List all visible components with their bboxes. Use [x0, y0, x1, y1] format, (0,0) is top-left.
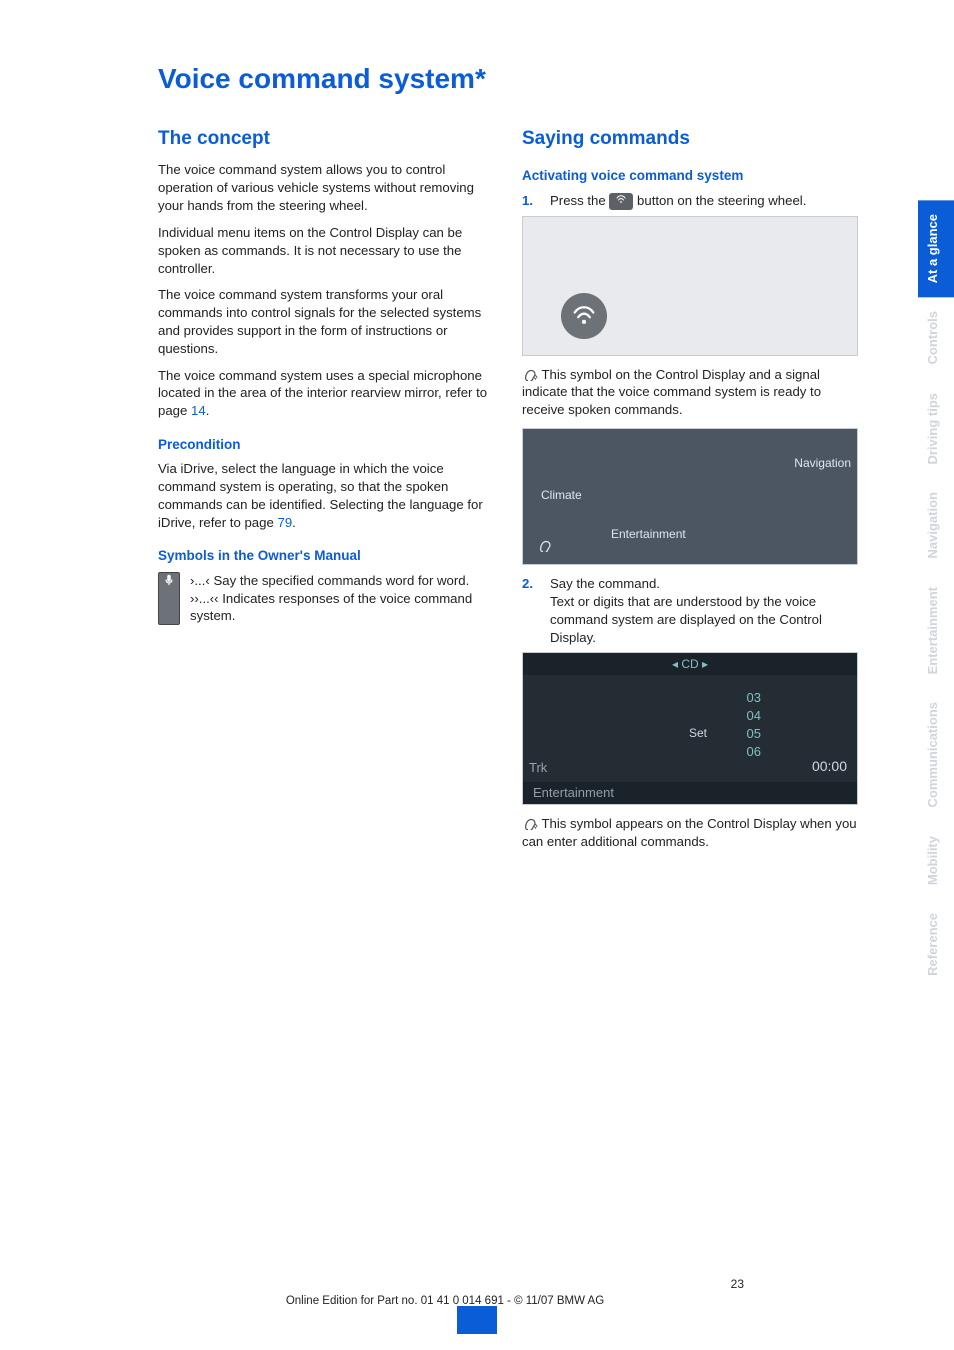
- push-to-talk-icon: [609, 193, 633, 210]
- page-content: Voice command system* The concept The vo…: [158, 60, 858, 860]
- voice-ready-icon: [537, 539, 553, 554]
- set-label: Set: [689, 725, 707, 741]
- tab-communications[interactable]: Communications: [918, 688, 954, 821]
- heading-activating: Activating voice command system: [522, 167, 858, 185]
- left-column: The concept The voice command system all…: [158, 126, 494, 860]
- precondition-p-b: .: [292, 515, 296, 530]
- cd-header: ◂ CD ▸: [523, 653, 857, 675]
- track-06: 06: [747, 743, 761, 761]
- tab-driving-tips[interactable]: Driving tips: [918, 379, 954, 479]
- step-2-text-a: Say the command.: [550, 576, 660, 591]
- symbol1-text: Say the specified commands word for word…: [210, 573, 469, 588]
- heading-concept: The concept: [158, 126, 494, 152]
- concept-p4b: .: [206, 403, 210, 418]
- symbol-row-1: ›...‹ Say the specified commands word fo…: [158, 572, 494, 625]
- page-link-14[interactable]: 14: [191, 403, 206, 418]
- concept-p1: The voice command system allows you to c…: [158, 161, 494, 214]
- tab-reference[interactable]: Reference: [918, 899, 954, 990]
- step-2: 2. Say the command. Text or digits that …: [522, 575, 858, 646]
- figure-idrive-main-menu: Climate Navigation Entertainment: [522, 428, 858, 565]
- tab-entertainment[interactable]: Entertainment: [918, 573, 954, 688]
- track-04: 04: [747, 707, 761, 725]
- figure-steering-wheel: [522, 216, 858, 356]
- tile-climate: Climate: [541, 487, 582, 503]
- cd-bottom-bar: Entertainment: [523, 782, 857, 804]
- step-1-text-a: Press the: [550, 193, 609, 208]
- symbol2-pre: ››...‹‹: [190, 591, 219, 606]
- concept-p4: The voice command system uses a special …: [158, 367, 494, 420]
- figure-cd-screen: ◂ CD ▸ 03 04 05 06 Set Trk 00:00 Enterta…: [522, 652, 858, 805]
- track-list: 03 04 05 06: [747, 689, 761, 761]
- tab-controls[interactable]: Controls: [918, 297, 954, 378]
- voice-ready-icon: [522, 368, 538, 383]
- page-marker: [457, 1306, 497, 1334]
- tile-navigation: Navigation: [794, 455, 851, 471]
- heading-precondition: Precondition: [158, 436, 494, 454]
- symbol1-pre: ›...‹: [190, 573, 210, 588]
- heading-saying-commands: Saying commands: [522, 126, 858, 152]
- step-2-number: 2.: [522, 575, 540, 646]
- track-03: 03: [747, 689, 761, 707]
- tab-mobility[interactable]: Mobility: [918, 822, 954, 899]
- page-title: Voice command system*: [158, 60, 858, 98]
- page-number: 23: [731, 1276, 744, 1292]
- step-1-number: 1.: [522, 192, 540, 210]
- step-2-text-b: Text or digits that are understood by th…: [550, 594, 822, 645]
- concept-p2: Individual menu items on the Control Dis…: [158, 224, 494, 277]
- additional-commands-text: This symbol appears on the Control Displ…: [522, 816, 857, 849]
- page-link-79[interactable]: 79: [277, 515, 292, 530]
- heading-symbols: Symbols in the Owner's Manual: [158, 547, 494, 565]
- concept-p3: The voice command system transforms your…: [158, 286, 494, 357]
- voice-ready-icon: [522, 817, 538, 832]
- track-05: 05: [747, 725, 761, 743]
- ready-symbol-text: This symbol on the Control Display and a…: [522, 367, 821, 418]
- ptt-button-on-wheel-icon: [561, 293, 607, 339]
- additional-commands-paragraph: This symbol appears on the Control Displ…: [522, 815, 858, 851]
- precondition-p: Via iDrive, select the language in which…: [158, 460, 494, 531]
- step-1: 1. Press the button on the steering whee…: [522, 192, 858, 210]
- precondition-p-a: Via iDrive, select the language in which…: [158, 461, 483, 529]
- footer-text: Online Edition for Part no. 01 41 0 014 …: [0, 1294, 890, 1310]
- symbol2-text: Indicates responses of the voice command…: [190, 591, 472, 624]
- time-label: 00:00: [812, 757, 847, 776]
- ready-symbol-paragraph: This symbol on the Control Display and a…: [522, 366, 858, 419]
- tile-entertainment: Entertainment: [611, 526, 686, 542]
- voice-input-icon: [158, 572, 180, 625]
- tab-navigation[interactable]: Navigation: [918, 478, 954, 572]
- tab-at-a-glance[interactable]: At a glance: [918, 200, 954, 297]
- right-column: Saying commands Activating voice command…: [522, 126, 858, 860]
- step-1-text-b: button on the steering wheel.: [637, 193, 806, 208]
- section-tabs: At a glance Controls Driving tips Naviga…: [918, 200, 954, 990]
- trk-label: Trk: [529, 759, 547, 777]
